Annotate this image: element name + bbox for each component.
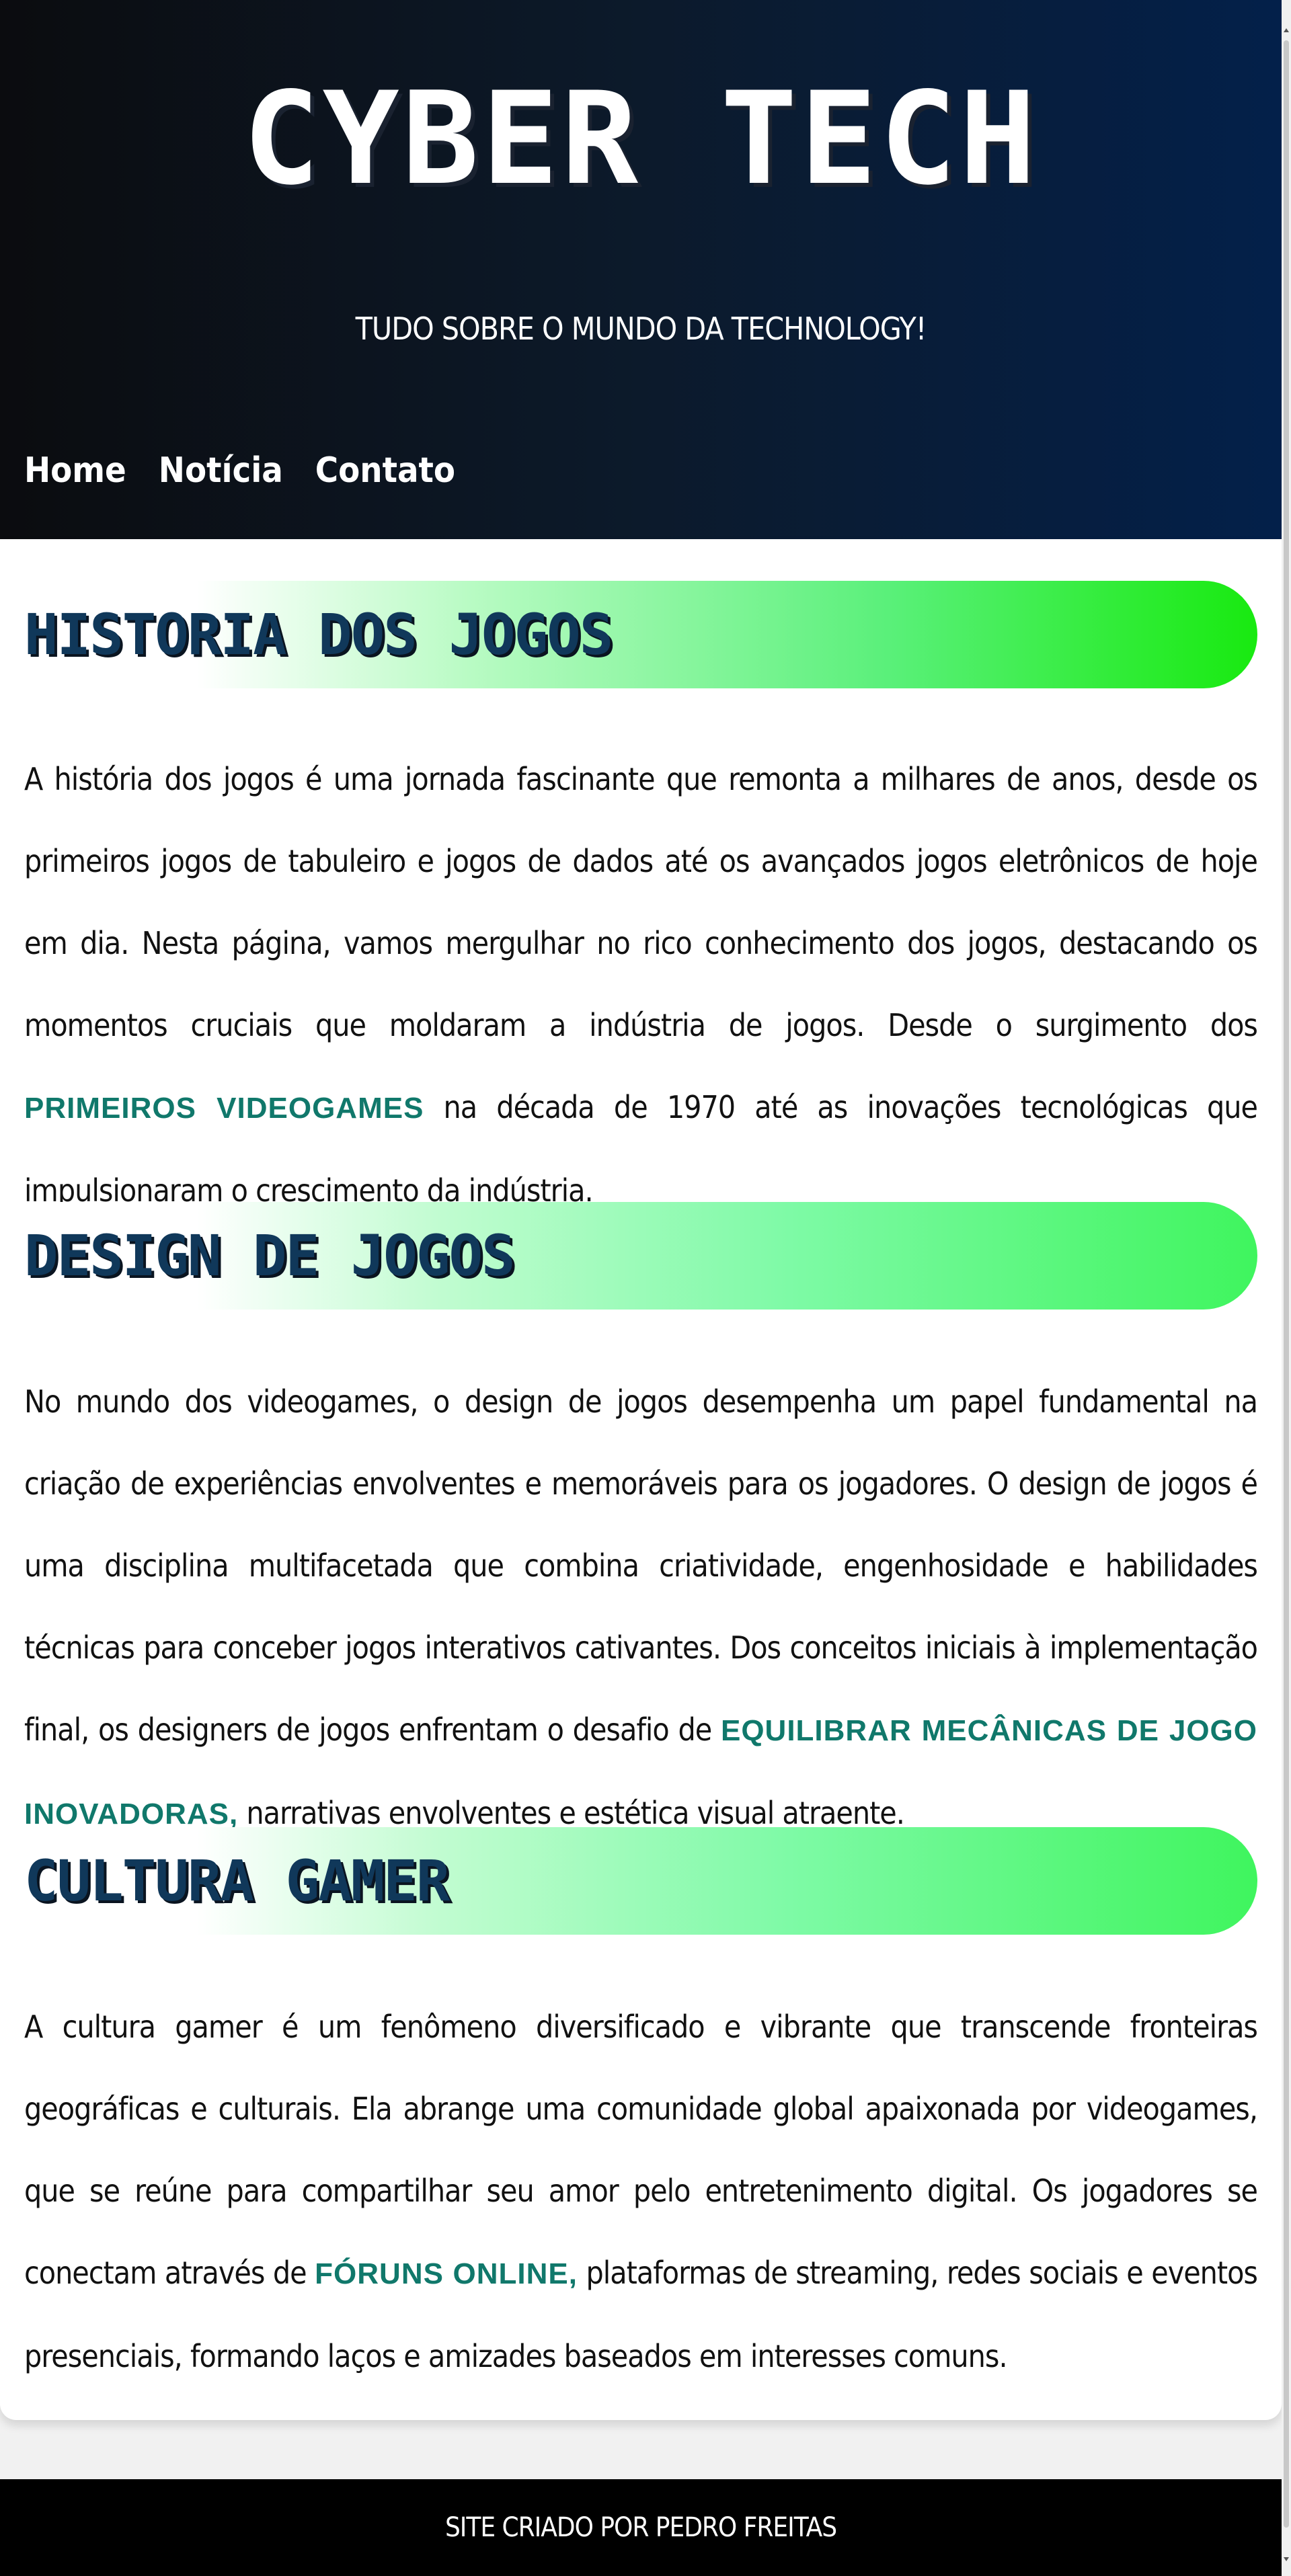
main-nav: Home Notícia Contato [24, 450, 455, 491]
section-title-design: Design de Jogos [24, 1223, 516, 1289]
nav-contato-link[interactable]: Contato [315, 450, 455, 491]
page: CYBER TECH TUDO SOBRE O MUNDO DA TECHNOL… [0, 0, 1282, 2576]
scroll-up-icon[interactable] [1284, 28, 1289, 32]
section-title-historia: Historia dos Jogos [24, 602, 613, 668]
section-text-cultura: A cultura gamer é um fenômeno diversific… [24, 1986, 1258, 2397]
nav-home-link[interactable]: Home [24, 450, 126, 491]
paragraph-text: A história dos jogos é uma jornada fasci… [24, 761, 1258, 1043]
section-header-historia: Historia dos Jogos [24, 581, 1257, 688]
footer-credit: SITE CRIADO POR PEDRO FREITAS [444, 2512, 837, 2543]
site-title: CYBER TECH [243, 65, 1039, 213]
scroll-down-icon[interactable] [1284, 2557, 1289, 2561]
scrollbar-thumb[interactable] [1284, 40, 1289, 2528]
section-title-cultura: Cultura Gamer [24, 1848, 450, 1914]
paragraph-text: No mundo dos videogames, o design de jog… [24, 1383, 1258, 1748]
section-text-historia: A história dos jogos é uma jornada fasci… [24, 738, 1258, 1232]
highlight-primeiros-videogames: PRIMEIROS VIDEOGAMES [24, 1092, 424, 1125]
site-header: CYBER TECH TUDO SOBRE O MUNDO DA TECHNOL… [0, 0, 1282, 539]
site-footer: SITE CRIADO POR PEDRO FREITAS [0, 2479, 1282, 2576]
paragraph-text: A cultura gamer é um fenômeno diversific… [24, 2009, 1258, 2291]
site-subtitle: TUDO SOBRE O MUNDO DA TECHNOLOGY! [355, 311, 927, 347]
section-header-design: Design de Jogos [24, 1202, 1257, 1310]
paragraph-text: narrativas envolventes e estética visual… [238, 1795, 905, 1831]
nav-noticia-link[interactable]: Notícia [159, 450, 283, 491]
section-text-design: No mundo dos videogames, o design de jog… [24, 1361, 1258, 1855]
section-header-cultura: Cultura Gamer [24, 1827, 1257, 1935]
scrollbar[interactable] [1282, 0, 1291, 2576]
highlight-foruns-online: FÓRUNS ONLINE, [315, 2257, 578, 2290]
main-content: Historia dos Jogos A história dos jogos … [0, 539, 1282, 2420]
